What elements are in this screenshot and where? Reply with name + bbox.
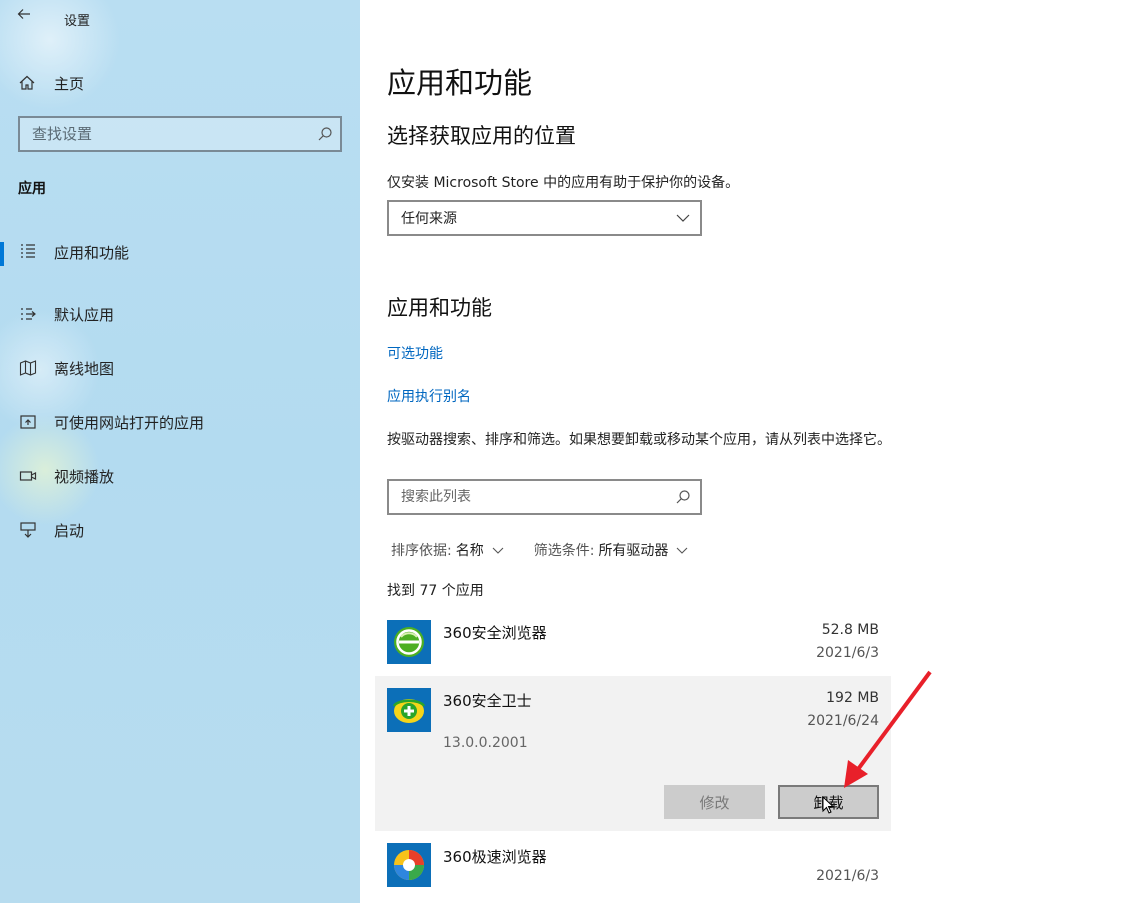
sidebar-item-websites[interactable]: 可使用网站打开的应用 bbox=[0, 395, 360, 449]
app-alias-link[interactable]: 应用执行别名 bbox=[387, 386, 471, 406]
sort-dropdown[interactable]: 排序依据: 名称 bbox=[391, 540, 504, 560]
sort-value: 名称 bbox=[455, 543, 484, 559]
apps-features-heading: 应用和功能 bbox=[387, 296, 492, 320]
sidebar-item-offline-maps[interactable]: 离线地图 bbox=[0, 341, 360, 395]
filter-label: 筛选条件: bbox=[533, 543, 595, 559]
sidebar-nav: 应用和功能 默认应用 离线地图 可使用网站打开的应用 视频播放 启动 bbox=[0, 233, 360, 557]
install-source-description: 仅安装 Microsoft Store 中的应用有助于保护你的设备。 bbox=[387, 175, 740, 191]
back-arrow-icon[interactable] bbox=[16, 6, 36, 26]
sidebar-item-label: 视频播放 bbox=[54, 467, 115, 486]
install-source-dropdown[interactable]: 任何来源 bbox=[387, 200, 702, 236]
app-size: 52.8 MB bbox=[821, 622, 879, 638]
apps-description: 按驱动器搜索、排序和筛选。如果想要卸载或移动某个应用，请从列表中选择它。 bbox=[387, 432, 891, 448]
app-name: 360安全卫士 bbox=[443, 692, 532, 710]
sidebar-item-startup[interactable]: 启动 bbox=[0, 503, 360, 557]
map-icon bbox=[18, 359, 38, 377]
sidebar-item-apps-features[interactable]: 应用和功能 bbox=[0, 233, 360, 287]
filter-dropdown[interactable]: 筛选条件: 所有驱动器 bbox=[534, 540, 689, 560]
dropdown-value: 任何来源 bbox=[401, 211, 457, 227]
sort-filter-bar: 排序依据: 名称 筛选条件: 所有驱动器 bbox=[391, 540, 718, 560]
install-source-heading: 选择获取应用的位置 bbox=[387, 124, 576, 148]
page-title: 应用和功能 bbox=[387, 66, 533, 100]
window-title: 设置 bbox=[64, 14, 91, 29]
sidebar-item-label: 默认应用 bbox=[54, 305, 115, 324]
search-icon[interactable] bbox=[310, 126, 340, 142]
app-name: 360安全浏览器 bbox=[443, 624, 547, 642]
home-icon bbox=[18, 74, 38, 92]
settings-search-box[interactable] bbox=[18, 116, 342, 152]
sidebar-section-title: 应用 bbox=[18, 181, 46, 197]
chevron-down-icon bbox=[666, 214, 700, 222]
sort-label: 排序依据: bbox=[391, 543, 452, 559]
uninstall-button[interactable]: 卸载 bbox=[778, 785, 879, 819]
app-list-search-input[interactable] bbox=[401, 489, 666, 505]
app-list-item[interactable]: 360安全浏览器 52.8 MB 2021/6/3 bbox=[375, 610, 891, 672]
sidebar-item-label: 离线地图 bbox=[54, 359, 115, 378]
modify-button[interactable]: 修改 bbox=[664, 785, 765, 819]
app-date: 2021/6/3 bbox=[816, 868, 879, 884]
app-list-item-selected[interactable]: 360安全卫士 192 MB 2021/6/24 13.0.0.2001 修改 … bbox=[375, 676, 891, 831]
app-list-item[interactable]: 360极速浏览器 2021/6/3 bbox=[375, 835, 891, 903]
app-version: 13.0.0.2001 bbox=[443, 735, 528, 751]
sidebar-item-video-playback[interactable]: 视频播放 bbox=[0, 449, 360, 503]
search-icon[interactable] bbox=[666, 489, 700, 505]
home-label: 主页 bbox=[54, 74, 85, 93]
360-security-icon bbox=[387, 688, 431, 732]
chevron-down-icon bbox=[676, 547, 688, 554]
app-size: 192 MB bbox=[826, 690, 879, 706]
filter-value: 所有驱动器 bbox=[598, 543, 669, 559]
video-icon bbox=[18, 467, 38, 485]
app-list-search-box[interactable] bbox=[387, 479, 702, 515]
apps-list-icon bbox=[18, 242, 38, 260]
sidebar-item-home[interactable]: 主页 bbox=[18, 70, 84, 96]
chevron-down-icon bbox=[492, 547, 504, 554]
app-name: 360极速浏览器 bbox=[443, 848, 547, 866]
open-website-icon bbox=[18, 413, 38, 431]
main-content: 应用和功能 选择获取应用的位置 仅安装 Microsoft Store 中的应用… bbox=[375, 0, 1127, 903]
default-apps-icon bbox=[18, 305, 38, 323]
sidebar-item-label: 启动 bbox=[54, 521, 85, 540]
sidebar-item-default-apps[interactable]: 默认应用 bbox=[0, 287, 360, 341]
app-date: 2021/6/3 bbox=[816, 645, 879, 661]
sidebar: 设置 主页 应用 应用和功能 默认应用 离线地图 bbox=[0, 0, 360, 903]
optional-features-link[interactable]: 可选功能 bbox=[387, 343, 443, 363]
settings-search-input[interactable] bbox=[32, 125, 310, 143]
startup-icon bbox=[18, 521, 38, 539]
apps-found-count: 找到 77 个应用 bbox=[387, 583, 484, 599]
app-date: 2021/6/24 bbox=[807, 713, 879, 729]
sidebar-item-label: 可使用网站打开的应用 bbox=[54, 413, 205, 432]
sidebar-item-label: 应用和功能 bbox=[54, 244, 130, 262]
360-browser-icon bbox=[387, 620, 431, 664]
360-speed-browser-icon bbox=[387, 843, 431, 887]
